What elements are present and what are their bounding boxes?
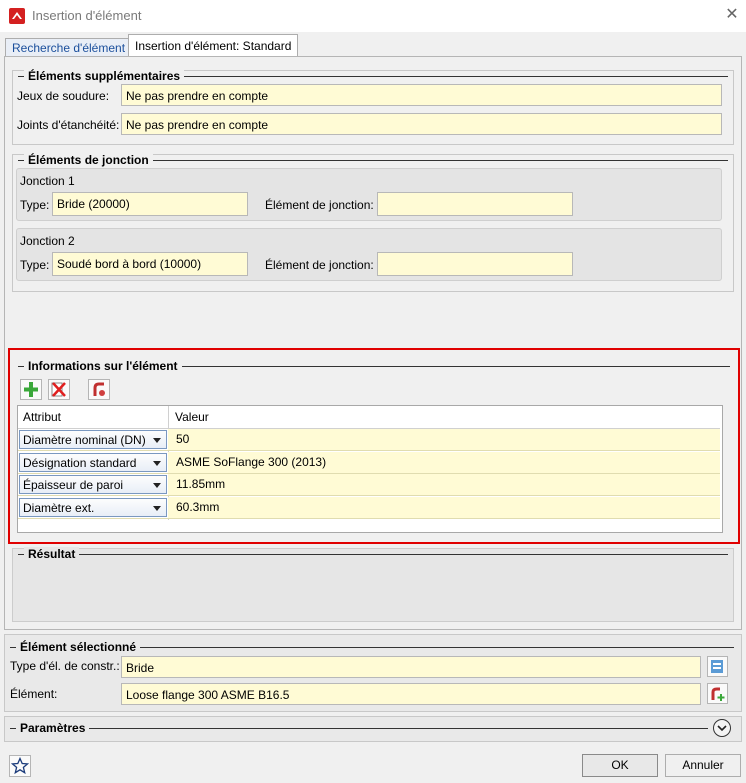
junction-1-element-field[interactable]: [377, 192, 573, 216]
cancel-button[interactable]: Annuler: [665, 754, 741, 777]
group-divider: [10, 728, 708, 729]
dropdown-arrow-icon: [153, 461, 161, 466]
attribute-dropdown[interactable]: Diamètre nominal (DN): [19, 430, 167, 449]
junction-2-element-label: Élément de jonction:: [265, 258, 374, 272]
junction-1-type-label: Type:: [20, 198, 50, 212]
dropdown-arrow-icon: [153, 506, 161, 511]
catalog-icon: [711, 660, 723, 673]
welding-field[interactable]: Ne pas prendre en compte: [121, 84, 722, 106]
favorite-button[interactable]: [9, 755, 31, 777]
reset-attribute-button[interactable]: [88, 379, 110, 400]
add-attribute-button[interactable]: [20, 379, 42, 400]
construction-type-field[interactable]: Bride: [121, 656, 701, 678]
junctions-title: Éléments de jonction: [24, 153, 153, 167]
attribute-row[interactable]: Désignation standard ASME SoFlange 300 (2…: [18, 452, 720, 474]
junction-2-type-field[interactable]: Soudé bord à bord (10000): [52, 252, 248, 276]
group-divider: [18, 554, 728, 555]
attribute-value[interactable]: 50: [176, 429, 189, 450]
column-header-value: Valeur: [175, 410, 209, 424]
attribute-cell: Diamètre nominal (DN): [18, 429, 168, 450]
junction-1-title: Jonction 1: [20, 174, 75, 188]
element-label: Élément:: [10, 687, 58, 701]
app-logo-icon: [9, 8, 25, 24]
junction-2-title: Jonction 2: [20, 234, 75, 248]
remove-attribute-button[interactable]: [48, 379, 70, 400]
grid-header: [18, 406, 720, 429]
attribute-row[interactable]: Diamètre nominal (DN) 50: [18, 429, 720, 451]
delete-icon: [51, 382, 66, 397]
element-field[interactable]: Loose flange 300 ASME B16.5: [121, 683, 701, 705]
junction-2-element-field[interactable]: [377, 252, 573, 276]
result-title: Résultat: [24, 547, 80, 561]
junction-1-element-label: Élément de jonction:: [265, 198, 374, 212]
attribute-name: Diamètre nominal (DN): [23, 433, 146, 447]
welding-label: Jeux de soudure:: [17, 89, 110, 103]
add-pipe-icon: [711, 687, 725, 701]
attribute-cell: Désignation standard: [18, 452, 168, 473]
info-title: Informations sur l'élément: [24, 359, 182, 373]
column-header-attribute: Attribut: [23, 410, 62, 424]
chevron-down-icon: [717, 725, 727, 732]
junction-1-type-field[interactable]: Bride (20000): [52, 192, 248, 216]
attribute-value[interactable]: 60.3mm: [176, 497, 219, 518]
add-element-button[interactable]: [707, 683, 728, 704]
pipe-reset-icon: [93, 382, 105, 396]
parameters-title: Paramètres: [16, 721, 90, 735]
seal-label: Joints d'étanchéité:: [17, 118, 120, 132]
result-group: [12, 548, 734, 622]
browse-type-button[interactable]: [707, 656, 728, 677]
attribute-name: Désignation standard: [23, 456, 137, 470]
close-icon: ✕: [725, 6, 739, 23]
attribute-dropdown[interactable]: Désignation standard: [19, 453, 167, 472]
tab-element-insertion[interactable]: Insertion d'élément: Standard: [128, 34, 299, 57]
supplementary-title: Éléments supplémentaires: [24, 69, 185, 83]
construction-type-label: Type d'él. de constr.:: [10, 659, 120, 673]
ok-button[interactable]: OK: [582, 754, 658, 777]
parameters-group: [4, 716, 742, 742]
attribute-name: Diamètre ext.: [23, 501, 95, 515]
attribute-cell: Épaisseur de paroi: [18, 474, 168, 495]
attribute-row[interactable]: Épaisseur de paroi 11.85mm: [18, 474, 720, 496]
parameters-expand-button[interactable]: [713, 719, 731, 737]
plus-icon: [24, 382, 38, 397]
selected-title: Élément sélectionné: [16, 640, 141, 654]
attribute-value[interactable]: 11.85mm: [176, 474, 225, 495]
seal-field[interactable]: Ne pas prendre en compte: [121, 113, 722, 135]
attribute-value[interactable]: ASME SoFlange 300 (2013): [176, 452, 326, 473]
window-title: Insertion d'élément: [32, 8, 142, 23]
dropdown-arrow-icon: [153, 438, 161, 443]
star-icon: [10, 756, 30, 775]
close-button[interactable]: ✕: [722, 5, 742, 25]
attribute-name: Épaisseur de paroi: [23, 478, 124, 492]
attribute-cell: Diamètre ext.: [18, 497, 168, 518]
tab-element-search[interactable]: Recherche d'élément: [5, 38, 133, 57]
junction-2-type-label: Type:: [20, 258, 50, 272]
attribute-dropdown[interactable]: Diamètre ext.: [19, 498, 167, 517]
title-bar: Insertion d'élément ✕: [0, 0, 746, 32]
attribute-dropdown[interactable]: Épaisseur de paroi: [19, 475, 167, 494]
dropdown-arrow-icon: [153, 483, 161, 488]
attribute-row[interactable]: Diamètre ext. 60.3mm: [18, 497, 720, 519]
